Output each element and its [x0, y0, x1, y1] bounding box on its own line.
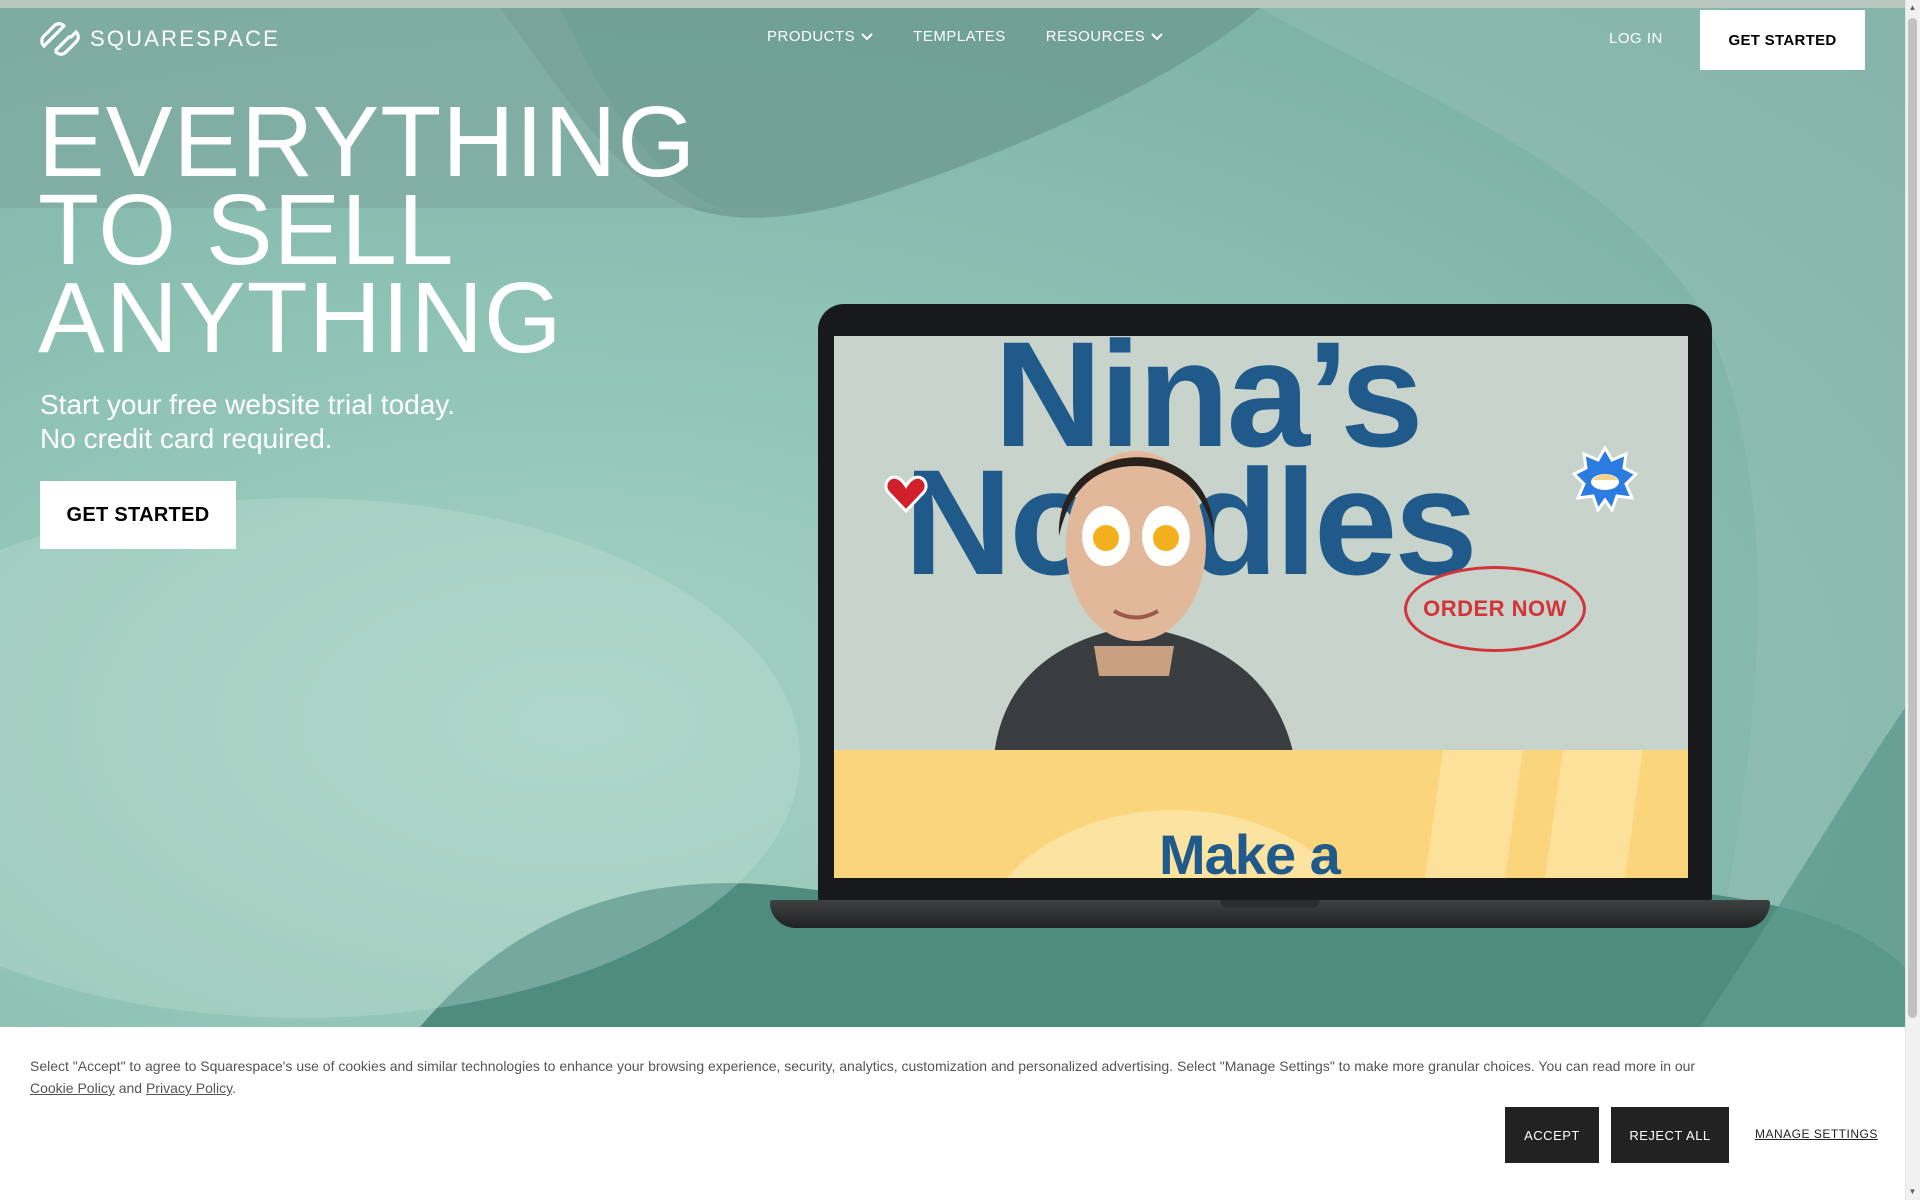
nav-resources[interactable]: RESOURCES [1046, 28, 1164, 45]
chevron-down-icon [1151, 32, 1163, 40]
screen-yellow-band: Make a [834, 750, 1688, 878]
subline-line-2: No credit card required. [40, 423, 333, 454]
squarespace-logo-icon [40, 22, 80, 56]
nav-products-label: PRODUCTS [767, 28, 856, 45]
privacy-policy-link[interactable]: Privacy Policy [146, 1080, 232, 1096]
accept-button[interactable]: ACCEPT [1505, 1107, 1599, 1163]
cookie-text: Select "Accept" to agree to Squarespace'… [30, 1055, 1850, 1099]
main-nav: PRODUCTS TEMPLATES RESOURCES [767, 28, 1163, 45]
reject-all-button[interactable]: REJECT ALL [1611, 1107, 1729, 1163]
page-scrollbar[interactable]: ▲ ▼ [1905, 0, 1920, 1200]
logo-text: SQUARESPACE [90, 26, 281, 51]
person-holding-eggs-image [994, 451, 1294, 756]
scroll-up-arrow-icon[interactable]: ▲ [1908, 3, 1917, 13]
hero-subline: Start your free website trial today. No … [40, 388, 455, 456]
header-get-started-button[interactable]: GET STARTED [1700, 10, 1865, 70]
nav-templates[interactable]: TEMPLATES [913, 28, 1006, 45]
nav-resources-label: RESOURCES [1045, 28, 1146, 45]
cookie-period: . [232, 1080, 236, 1096]
scroll-down-arrow-icon[interactable]: ▼ [1908, 1187, 1917, 1197]
browser-top-strip [0, 0, 1905, 8]
manage-settings-link[interactable]: MANAGE SETTINGS [1755, 1127, 1878, 1141]
hero-headline: EVERYTHING TO SELL ANYTHING [38, 86, 697, 374]
chevron-down-icon [861, 32, 873, 40]
laptop-mockup: Nina’s Noodles ORDER NOW [770, 304, 1770, 954]
noodle-bowl-sticker-icon [1572, 446, 1638, 512]
nav-templates-label: TEMPLATES [913, 28, 1006, 45]
login-link[interactable]: LOG IN [1609, 30, 1663, 47]
cookie-and-text: and [118, 1080, 143, 1096]
subline-line-1: Start your free website trial today. [40, 389, 455, 420]
headline-line-3: ANYTHING [38, 262, 563, 374]
cookie-banner: Select "Accept" to agree to Squarespace'… [0, 1027, 1905, 1200]
laptop-notch [1220, 900, 1320, 908]
headline-line-2: TO SELL [38, 174, 455, 286]
squarespace-logo[interactable]: SQUARESPACE [40, 22, 280, 56]
cookie-policy-link[interactable]: Cookie Policy [30, 1080, 115, 1096]
heart-sticker-icon [884, 475, 928, 514]
hero-get-started-button[interactable]: GET STARTED [40, 481, 236, 549]
order-now-button: ORDER NOW [1404, 566, 1586, 652]
screen-bottom-text: Make a [1159, 823, 1341, 878]
nav-products[interactable]: PRODUCTS [767, 28, 873, 45]
scroll-thumb[interactable] [1908, 18, 1917, 1018]
cookie-text-body: Select "Accept" to agree to Squarespace'… [30, 1058, 1696, 1074]
headline-line-1: EVERYTHING [38, 86, 697, 198]
laptop-screen: Nina’s Noodles ORDER NOW [834, 336, 1688, 878]
